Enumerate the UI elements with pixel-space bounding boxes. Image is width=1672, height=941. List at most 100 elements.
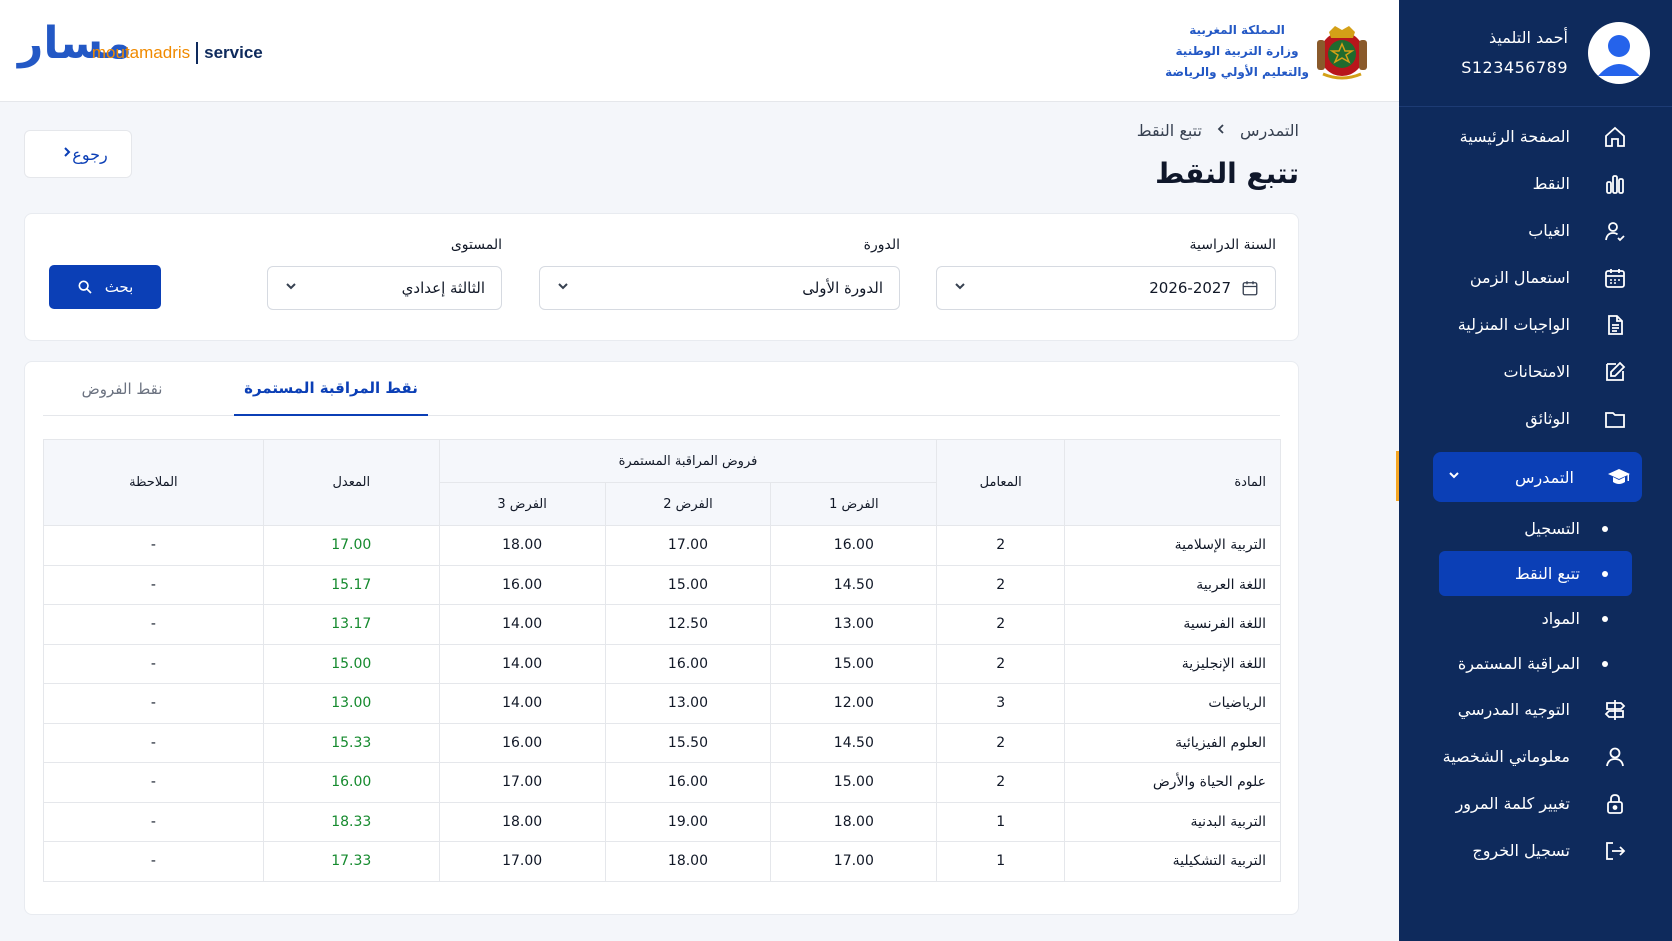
user-icon (1602, 744, 1628, 770)
cell-subject: العلوم الفيزيائية (1064, 722, 1281, 763)
nav-item-home[interactable]: الصفحة الرئيسية (1399, 113, 1672, 160)
user-name: أحمد التلميذ (1489, 28, 1568, 47)
nav-item-documents[interactable]: الوثائق (1399, 395, 1672, 442)
nav-item-label: الوثائق (1525, 409, 1570, 428)
avatar (1588, 22, 1650, 84)
nav-item-timetable[interactable]: استعمال الزمن (1399, 254, 1672, 301)
subnav-item-label: تتبع النقط (1514, 564, 1580, 583)
level-label: المستوى (450, 237, 502, 253)
table-row: اللغة الإنجليزية 2 15.00 16.00 14.00 15.… (43, 643, 1281, 684)
breadcrumb: التمدرس تتبع النقط (1137, 121, 1299, 140)
page-title: تتبع النقط (1155, 157, 1299, 190)
logo-subtitle: moutamadris service (92, 42, 263, 64)
year-select[interactable]: 2026-2027 (936, 266, 1276, 310)
tab-continuous-assessment[interactable]: نقط المراقبة المستمرة (234, 362, 428, 416)
cell-test3: 16.00 (438, 722, 606, 763)
nav-item-label: التمدرس (1514, 467, 1574, 487)
nav-item-label: الغياب (1528, 221, 1570, 240)
bullet-icon (1602, 570, 1608, 577)
sidebar: أحمد التلميذ S123456789 الصفحة الرئيسية … (1399, 0, 1672, 941)
cell-note: - (43, 683, 264, 724)
nav-item-label: تغيير كلمة المرور (1455, 794, 1570, 813)
chevron-right-icon (62, 146, 72, 162)
nav-item-label: استعمال الزمن (1469, 268, 1570, 287)
nav-item-grades[interactable]: النقط (1399, 160, 1672, 207)
bullet-icon (1602, 525, 1608, 532)
cell-test1: 15.00 (770, 643, 938, 684)
nav-item-orientation[interactable]: التوجيه المدرسي (1399, 686, 1672, 733)
cell-coefficient: 2 (936, 643, 1066, 684)
document-icon (1602, 312, 1628, 338)
column-header-test2: الفرض 2 (604, 482, 772, 526)
search-button[interactable]: بحث (49, 265, 161, 309)
year-label: السنة الدراسية (1189, 237, 1276, 253)
cell-test2: 17.00 (604, 525, 772, 566)
bar-chart-icon (1602, 171, 1628, 197)
signpost-icon (1602, 697, 1628, 723)
nav-item-logout[interactable]: تسجيل الخروج (1399, 827, 1672, 874)
table-row: العلوم الفيزيائية 2 14.50 15.50 16.00 15… (43, 722, 1281, 763)
cell-note: - (43, 801, 264, 842)
cell-average: 13.17 (262, 604, 440, 645)
column-header-test1: الفرض 1 (770, 482, 938, 526)
cell-note: - (43, 643, 264, 684)
cell-coefficient: 2 (936, 525, 1066, 566)
nav-item-label: تسجيل الخروج (1472, 841, 1570, 860)
cell-test3: 16.00 (438, 564, 606, 605)
subnav-item-grades-tracking[interactable]: تتبع النقط (1439, 551, 1632, 596)
nav-item-label: معلوماتي الشخصية (1442, 747, 1570, 766)
subnav-item-registration[interactable]: التسجيل (1399, 506, 1672, 551)
nav-item-schooling[interactable]: التمدرس (1433, 452, 1642, 502)
cell-average: 13.00 (262, 683, 440, 724)
cell-test3: 17.00 (438, 762, 606, 803)
level-select[interactable]: الثالثة إعدادي (267, 266, 502, 310)
filters-card: السنة الدراسية 2026-2027 الدورة الدورة ا… (24, 213, 1299, 341)
chevron-down-icon (556, 279, 570, 297)
nav-item-profile[interactable]: معلوماتي الشخصية (1399, 733, 1672, 780)
cell-test1: 18.00 (770, 801, 938, 842)
cell-note: - (43, 525, 264, 566)
cell-note: - (43, 762, 264, 803)
term-select[interactable]: الدورة الأولى (539, 266, 900, 310)
nav-item-homework[interactable]: الواجبات المنزلية (1399, 301, 1672, 348)
back-button-label: رجوع (72, 144, 108, 164)
cell-coefficient: 1 (936, 801, 1066, 842)
cell-subject: علوم الحياة والأرض (1064, 762, 1281, 803)
chevron-down-icon (1447, 468, 1461, 486)
logo-moutamadris-text: moutamadris (91, 43, 191, 62)
grades-card: نقط المراقبة المستمرة نقط الفروض المادة … (24, 361, 1299, 915)
cell-coefficient: 2 (936, 762, 1066, 803)
cell-test3: 18.00 (438, 525, 606, 566)
ministry-name: المملكة المغربية وزارة التربية الوطنية و… (1165, 20, 1309, 83)
nav-item-absences[interactable]: الغياب (1399, 207, 1672, 254)
royal-emblem-icon (1317, 26, 1367, 80)
chevron-down-icon (284, 279, 298, 297)
cell-test2: 12.50 (604, 604, 772, 645)
edit-icon (1602, 359, 1628, 385)
nav-item-label: الامتحانات (1503, 362, 1570, 381)
subnav-item-label: المراقبة المستمرة (1457, 654, 1580, 673)
massar-logo[interactable]: مسار moutamadris service (18, 22, 263, 66)
nav-item-change-password[interactable]: تغيير كلمة المرور (1399, 780, 1672, 827)
main-nav: الصفحة الرئيسية النقط الغياب استعمال الز… (1399, 107, 1672, 874)
cell-note: - (43, 604, 264, 645)
cell-test1: 15.00 (770, 762, 938, 803)
year-value: 2026-2027 (1149, 279, 1231, 297)
nav-item-exams[interactable]: الامتحانات (1399, 348, 1672, 395)
breadcrumb-item-schooling[interactable]: التمدرس (1240, 121, 1299, 140)
column-header-group: فروض المراقبة المستمرة (438, 439, 938, 483)
level-value: الثالثة إعدادي (401, 279, 485, 297)
subnav-item-label: التسجيل (1524, 519, 1580, 538)
table-row: الرياضيات 3 12.00 13.00 14.00 13.00 - (43, 683, 1281, 724)
cell-note: - (43, 841, 264, 882)
subnav-item-subjects[interactable]: المواد (1399, 596, 1672, 641)
subnav-item-continuous-assessment[interactable]: المراقبة المستمرة (1399, 641, 1672, 686)
back-button[interactable]: رجوع (24, 130, 132, 178)
chevron-down-icon (953, 279, 967, 297)
user-profile[interactable]: أحمد التلميذ S123456789 (1399, 0, 1672, 107)
cell-test1: 14.50 (770, 722, 938, 763)
tab-exam-grades[interactable]: نقط الفروض (32, 362, 212, 416)
cell-average: 15.33 (262, 722, 440, 763)
table-row: اللغة الفرنسية 2 13.00 12.50 14.00 13.17… (43, 604, 1281, 645)
grades-tabs: نقط المراقبة المستمرة نقط الفروض (43, 362, 1280, 416)
